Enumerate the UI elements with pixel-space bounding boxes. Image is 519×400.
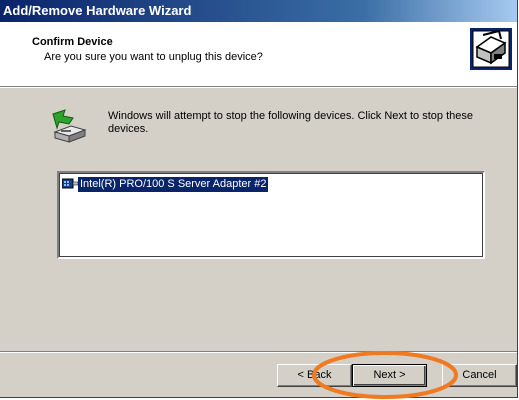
- cancel-button[interactable]: Cancel: [442, 364, 517, 387]
- network-adapter-icon: [61, 177, 79, 191]
- hardware-wizard-icon: [469, 27, 513, 71]
- device-listbox[interactable]: Intel(R) PRO/100 S Server Adapter #2: [57, 171, 485, 259]
- list-item[interactable]: Intel(R) PRO/100 S Server Adapter #2: [61, 176, 269, 192]
- button-separator: [0, 351, 517, 353]
- wizard-window: Add/Remove Hardware Wizard Confirm Devic…: [0, 0, 518, 398]
- instruction-text: Windows will attempt to stop the followi…: [108, 110, 473, 135]
- wizard-header: Confirm Device Are you sure you want to …: [0, 22, 517, 87]
- window-title: Add/Remove Hardware Wizard: [3, 3, 192, 18]
- page-title: Confirm Device: [32, 36, 113, 48]
- device-item-label: Intel(R) PRO/100 S Server Adapter #2: [78, 176, 269, 192]
- page-subtitle: Are you sure you want to unplug this dev…: [44, 51, 263, 63]
- next-button[interactable]: Next >: [352, 364, 427, 387]
- header-divider: [0, 87, 517, 88]
- title-bar[interactable]: Add/Remove Hardware Wizard: [0, 0, 517, 22]
- eject-device-icon: [49, 108, 89, 144]
- back-button[interactable]: < Back: [277, 364, 352, 387]
